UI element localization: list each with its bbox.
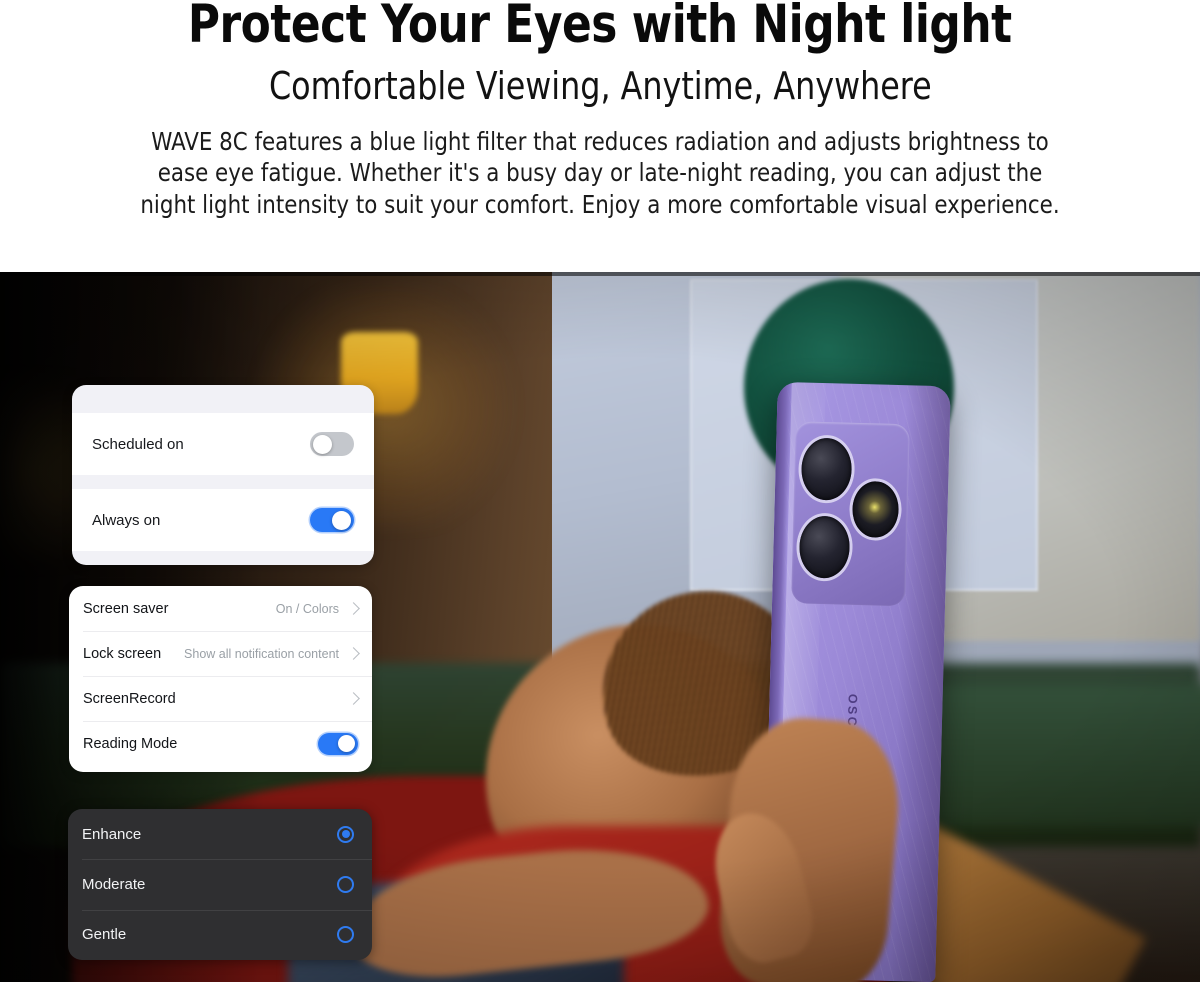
radio-enhance[interactable] [337,825,354,843]
option-enhance[interactable]: Enhance [68,809,372,859]
row-trailing: Show all notification content [184,646,360,661]
row-trailing [339,692,360,705]
option-gentle[interactable]: Gentle [68,909,372,960]
page-title: Protect Your Eyes with Night light [188,0,1012,55]
settings-overlay: Scheduled on Always on Screen saver On /… [0,272,1200,982]
row-label: Reading Mode [83,735,178,752]
option-label: Gentle [82,926,127,944]
row-trailing: On / Colors [275,601,360,616]
row-scheduled-on[interactable]: Scheduled on [72,413,374,475]
toggle-knob [332,510,351,530]
bottom-white-strip [0,982,1200,998]
row-value: On / Colors [275,601,339,616]
row-always-on[interactable]: Always on [72,489,374,551]
row-trailing [318,732,358,755]
row-label: Lock screen [83,645,162,662]
promo-header: Protect Your Eyes with Night light Comfo… [0,0,1200,272]
row-label: Screen saver [83,600,169,617]
option-label: Enhance [82,825,142,843]
option-moderate[interactable]: Moderate [68,859,372,909]
page-subtitle: Comfortable Viewing, Anytime, Anywhere [268,64,932,108]
night-light-intensity-card: Enhance Moderate Gentle [68,809,372,960]
scheduled-on-toggle[interactable] [310,432,354,456]
radio-gentle[interactable] [337,926,354,944]
row-screen-saver[interactable]: Screen saver On / Colors [69,586,372,631]
toggle-knob [338,735,355,752]
row-label: Always on [92,511,161,529]
row-reading-mode[interactable]: Reading Mode [69,721,372,766]
toggle-knob [313,434,332,454]
chevron-right-icon[interactable] [347,692,360,705]
row-screen-record[interactable]: ScreenRecord [69,676,372,721]
display-settings-card: Screen saver On / Colors Lock screen Sho… [69,586,372,772]
row-label: ScreenRecord [83,690,176,707]
night-light-schedule-card: Scheduled on Always on [72,385,374,565]
page-description: WAVE 8C features a blue light filter tha… [140,126,1060,219]
row-lock-screen[interactable]: Lock screen Show all notification conten… [69,631,372,676]
lifestyle-photo: OSCAL Scheduled on Always on Screen save… [0,272,1200,982]
radio-moderate[interactable] [337,875,354,893]
always-on-toggle[interactable] [310,508,354,532]
row-value: Show all notification content [184,646,339,661]
option-label: Moderate [82,875,146,893]
chevron-right-icon[interactable] [347,647,360,660]
row-label: Scheduled on [92,435,184,453]
reading-mode-toggle[interactable] [318,732,358,755]
chevron-right-icon[interactable] [347,602,360,615]
